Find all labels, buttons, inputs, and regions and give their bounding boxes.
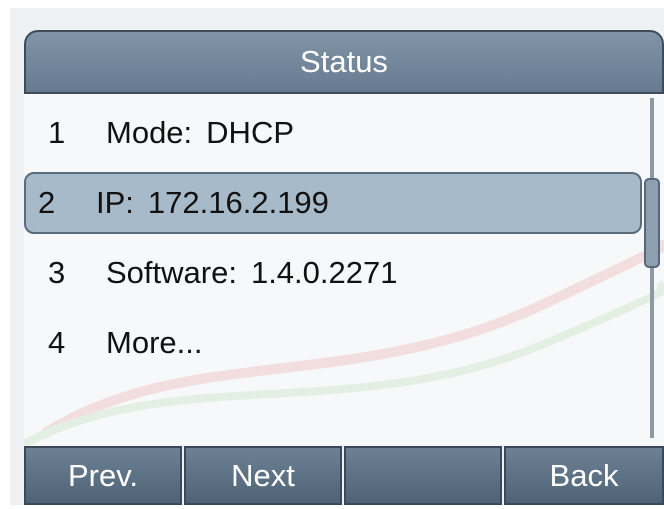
prev-softkey[interactable]: Prev. [24,446,182,505]
softkey-bar: Prev. Next Back [24,446,664,505]
phone-screen: Status 1 Mode: DHCP 2 IP: 172.16.2.199 3 S… [10,8,664,505]
menu-item-value: 172.16.2.199 [147,185,329,220]
next-softkey[interactable]: Next [184,446,342,505]
title-bar: Status [24,30,664,94]
menu-item-value: 1.4.0.2271 [250,255,398,290]
menu-item-label: Mode: [106,115,193,150]
menu-item-text: More... [106,312,216,374]
menu-item-more[interactable]: 4 More... [24,312,642,374]
scrollbar-track[interactable] [650,98,654,438]
menu-item-ip[interactable]: 2 IP: 172.16.2.199 [24,172,642,234]
menu-item-label: IP: [96,185,134,220]
menu-item-text: IP: 172.16.2.199 [96,172,329,234]
status-menu-list: 1 Mode: DHCP 2 IP: 172.16.2.199 3 Software… [24,102,644,382]
menu-item-number: 2 [38,185,56,220]
empty-softkey[interactable] [344,446,502,505]
scrollbar-thumb[interactable] [644,178,660,268]
menu-item-mode[interactable]: 1 Mode: DHCP [24,102,642,164]
menu-item-label: More... [106,325,203,360]
menu-item-number: 4 [48,325,66,360]
menu-item-software[interactable]: 3 Software: 1.4.0.2271 [24,242,642,304]
menu-item-value: DHCP [206,115,295,150]
menu-item-number: 3 [48,255,66,290]
menu-item-number: 1 [48,115,66,150]
menu-item-label: Software: [106,255,237,290]
back-softkey[interactable]: Back [504,446,664,505]
menu-item-text: Software: 1.4.0.2271 [106,242,397,304]
menu-item-text: Mode: DHCP [106,102,294,164]
